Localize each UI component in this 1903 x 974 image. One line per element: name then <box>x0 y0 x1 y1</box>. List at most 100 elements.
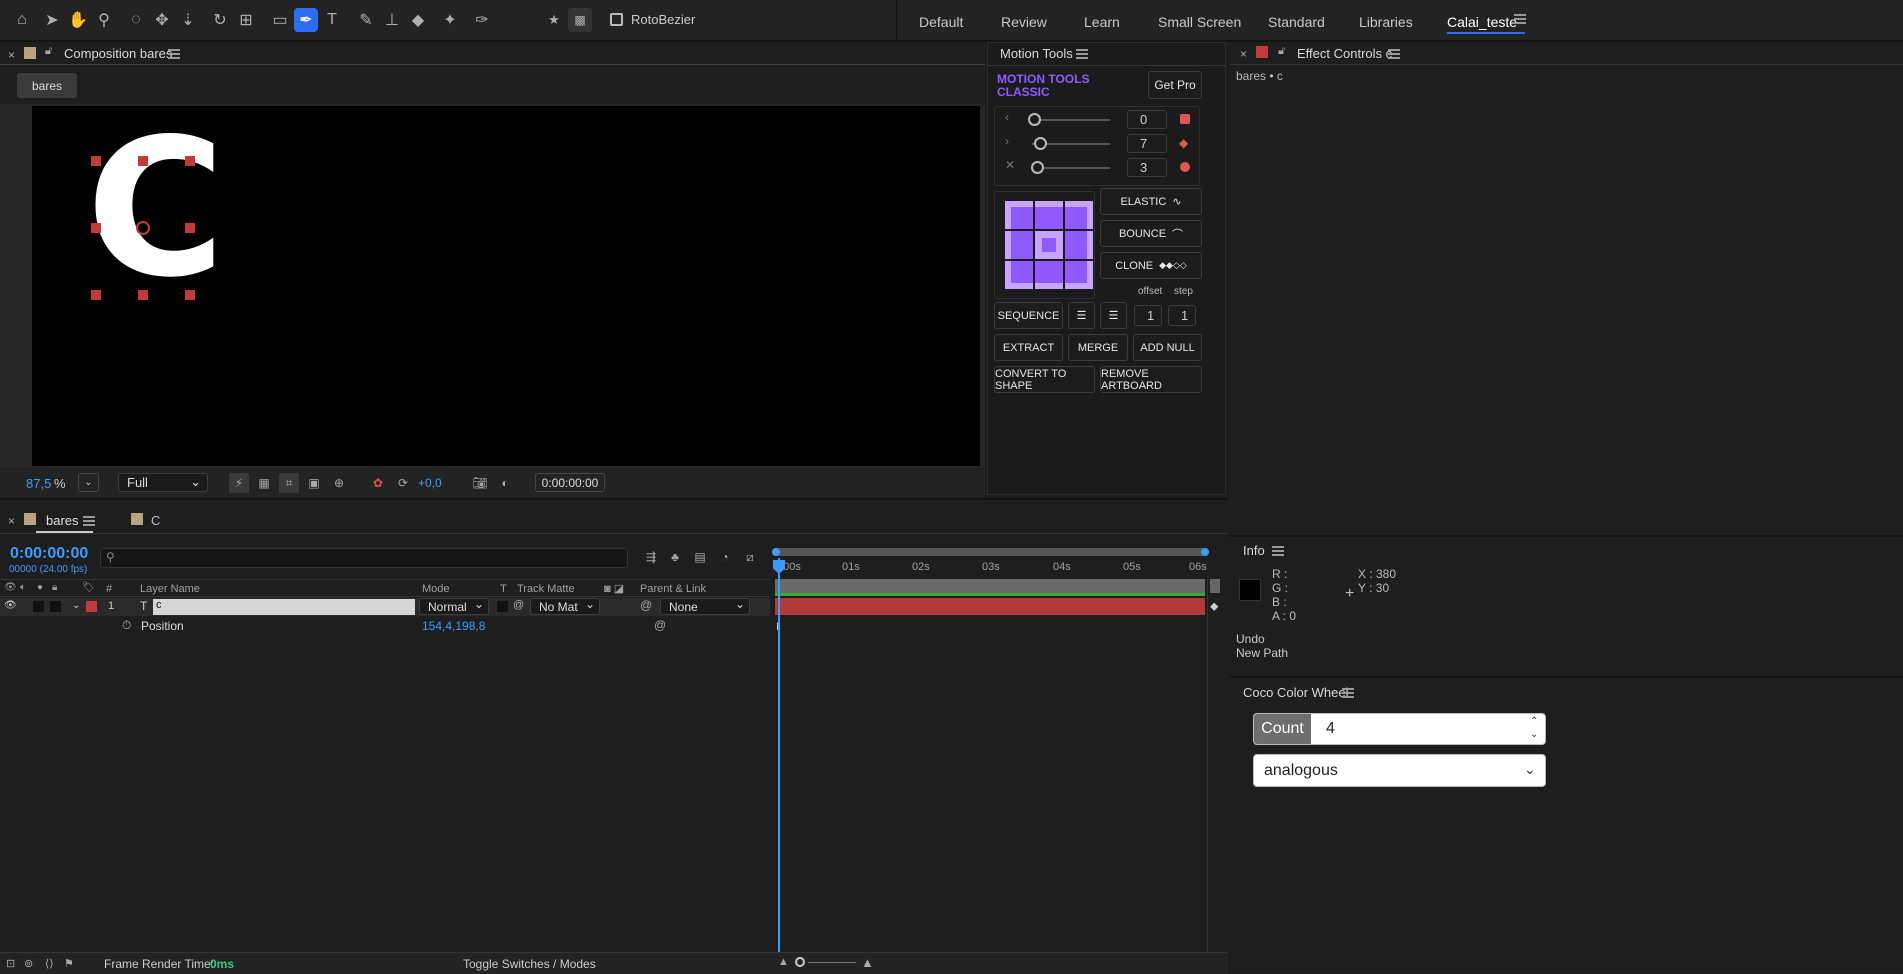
comp-mini-flowchart-icon[interactable]: ⇶ <box>642 550 660 564</box>
ease-key-icon[interactable]: ◆ <box>1179 136 1188 150</box>
dolly-icon[interactable]: ⇣ <box>176 8 200 32</box>
comp-canvas[interactable]: C <box>32 106 980 466</box>
layer-duration-bar[interactable] <box>775 598 1205 615</box>
anchor-middle-right[interactable] <box>1065 231 1093 259</box>
remove-artboard-button[interactable]: REMOVE ARTBOARD <box>1100 366 1202 393</box>
anchor-point-icon[interactable] <box>136 221 150 235</box>
workspace-standard[interactable]: Standard <box>1268 14 1325 30</box>
star-icon[interactable]: ★ <box>542 8 566 32</box>
layer-name-column-header[interactable]: Layer Name <box>140 583 200 595</box>
sequence-button[interactable]: SEQUENCE <box>994 302 1063 329</box>
close-icon[interactable]: × <box>8 48 15 62</box>
resolution-dropdown[interactable]: Full ⌄ <box>118 473 208 492</box>
panel-menu-icon[interactable] <box>168 49 180 59</box>
layer-name[interactable]: c <box>153 599 415 615</box>
grid-guides-icon[interactable]: ⊕ <box>329 473 349 493</box>
zoom-in-icon[interactable]: ▲ <box>861 955 874 970</box>
workspace-calai-teste[interactable]: Calai_teste <box>1447 14 1517 30</box>
eye-icon[interactable]: 👁︎ <box>4 600 17 611</box>
render-icon[interactable]: ⊡ <box>6 957 15 970</box>
elastic-button[interactable]: ELASTIC ∿ <box>1100 188 1202 215</box>
work-area-end-handle[interactable] <box>1201 548 1209 556</box>
zoom-out-icon[interactable]: ▲ <box>778 956 789 968</box>
comp-breadcrumb-tab[interactable]: bares <box>17 73 77 98</box>
parent-pickwhip-icon[interactable]: @ <box>640 598 652 612</box>
transform-handle[interactable] <box>138 290 148 300</box>
transform-handle[interactable] <box>91 223 101 233</box>
workspace-learn[interactable]: Learn <box>1084 14 1120 30</box>
graph-editor-icon[interactable]: ⧄ <box>741 550 759 565</box>
sequence-reverse-icon[interactable]: ☰ <box>1100 302 1127 329</box>
slider-thumb[interactable] <box>1031 161 1044 174</box>
puppet-pin-icon[interactable]: ✑ <box>470 8 494 32</box>
zoom-value[interactable]: 87,5 <box>26 476 51 491</box>
chevron-down-icon[interactable]: ⌄ <box>72 600 80 611</box>
add-null-button[interactable]: ADD NULL <box>1133 334 1202 361</box>
rectangle-icon[interactable]: ▭ <box>268 8 292 32</box>
region-of-interest-icon[interactable]: ▣ <box>304 473 324 493</box>
sequence-forward-icon[interactable]: ☰ <box>1068 302 1095 329</box>
solo-toggle[interactable] <box>33 601 44 612</box>
transform-handle[interactable] <box>185 156 195 166</box>
pan-icon[interactable]: ✥ <box>150 8 174 32</box>
offset-value[interactable]: 1 <box>1134 305 1162 326</box>
timeline-tab-c[interactable]: C <box>151 513 160 528</box>
mode-dropdown[interactable]: Normal ⌄ <box>419 597 489 615</box>
close-icon[interactable]: × <box>1240 47 1247 61</box>
expression-pickwhip-icon[interactable]: @ <box>654 618 666 632</box>
playhead[interactable] <box>778 558 780 954</box>
zoom-slider-track[interactable] <box>808 962 856 963</box>
slider-track[interactable] <box>1032 119 1110 121</box>
panel-menu-icon[interactable] <box>1342 688 1354 698</box>
parent-dropdown[interactable]: None ⌄ <box>660 597 750 615</box>
preserve-transparency-toggle[interactable] <box>497 601 508 612</box>
slider-thumb[interactable] <box>1028 113 1041 126</box>
orbit-icon[interactable]: ◌ <box>124 8 148 32</box>
anchor-top-left[interactable] <box>1005 201 1033 229</box>
transparency-grid-icon[interactable]: ▩ <box>568 8 592 32</box>
zoom-icon[interactable]: ⚲ <box>92 8 116 32</box>
ease-in-value[interactable]: 0 <box>1127 110 1167 129</box>
selection-icon[interactable]: ➤ <box>40 8 64 32</box>
close-icon[interactable]: × <box>8 514 15 528</box>
frame-blending-icon[interactable]: ▤ <box>691 550 709 564</box>
anchor-bottom-left[interactable] <box>1005 261 1033 289</box>
show-snapshot-icon[interactable]: ◐ <box>495 473 515 493</box>
bounce-button[interactable]: BOUNCE ⌒ <box>1100 220 1202 247</box>
stepper-icon[interactable]: ⌃ ⌄ <box>1530 715 1538 741</box>
anchor-bottom-right[interactable] <box>1065 261 1093 289</box>
lock-toggle[interactable] <box>50 601 61 612</box>
zoom-slider-thumb[interactable] <box>795 957 805 967</box>
rotate-icon[interactable]: ↻ <box>208 8 232 32</box>
shy-icon[interactable]: ♣ <box>666 550 684 564</box>
hand-icon[interactable]: ✋ <box>66 8 90 32</box>
ease-out-value[interactable]: 7 <box>1127 134 1167 153</box>
extract-button[interactable]: EXTRACT <box>994 334 1063 361</box>
workspace-menu-icon[interactable] <box>1514 14 1526 24</box>
pen-icon[interactable]: ✒ <box>294 8 318 32</box>
workspace-review[interactable]: Review <box>1001 14 1047 30</box>
roto-brush-icon[interactable]: ✦ <box>438 8 462 32</box>
stretch-icon[interactable]: ⚑ <box>64 957 74 970</box>
layer-row[interactable]: 👁︎ ⌄ 1 T c Normal ⌄ @ No Mat ⌄ @ None ⌄ <box>0 597 770 616</box>
lock-icon[interactable]: 🔓︎ <box>1278 45 1285 58</box>
rotobezier-checkbox[interactable] <box>610 13 623 26</box>
mask-visibility-icon[interactable]: ⌗ <box>279 473 299 493</box>
label-color-swatch[interactable] <box>86 601 97 612</box>
comp-marker-icon[interactable] <box>1210 579 1220 593</box>
in-out-icon[interactable]: ⟨⟩ <box>45 957 54 970</box>
time-ruler[interactable]: 0:00s 01s 02s 03s 04s 05s 06s <box>772 558 1208 578</box>
eraser-icon[interactable]: ◆ <box>406 8 430 32</box>
anchor-icon[interactable]: ⊞ <box>234 8 258 32</box>
harmony-dropdown[interactable]: analogous ⌄ <box>1253 754 1546 787</box>
auto-bezier-key-icon[interactable] <box>1180 162 1190 172</box>
anchor-bottom-center[interactable] <box>1035 261 1063 289</box>
home-icon[interactable]: ⌂ <box>10 8 34 32</box>
workspace-libraries[interactable]: Libraries <box>1359 14 1413 30</box>
work-area-bar[interactable] <box>772 548 1208 556</box>
work-area-start-handle[interactable] <box>772 548 780 556</box>
anchor-center[interactable] <box>1035 231 1063 259</box>
transfer-controls-icon[interactable]: ⊚ <box>24 957 33 970</box>
count-value[interactable]: 4 <box>1326 720 1335 738</box>
clone-button[interactable]: CLONE ◆◆◇◇ <box>1100 252 1202 279</box>
